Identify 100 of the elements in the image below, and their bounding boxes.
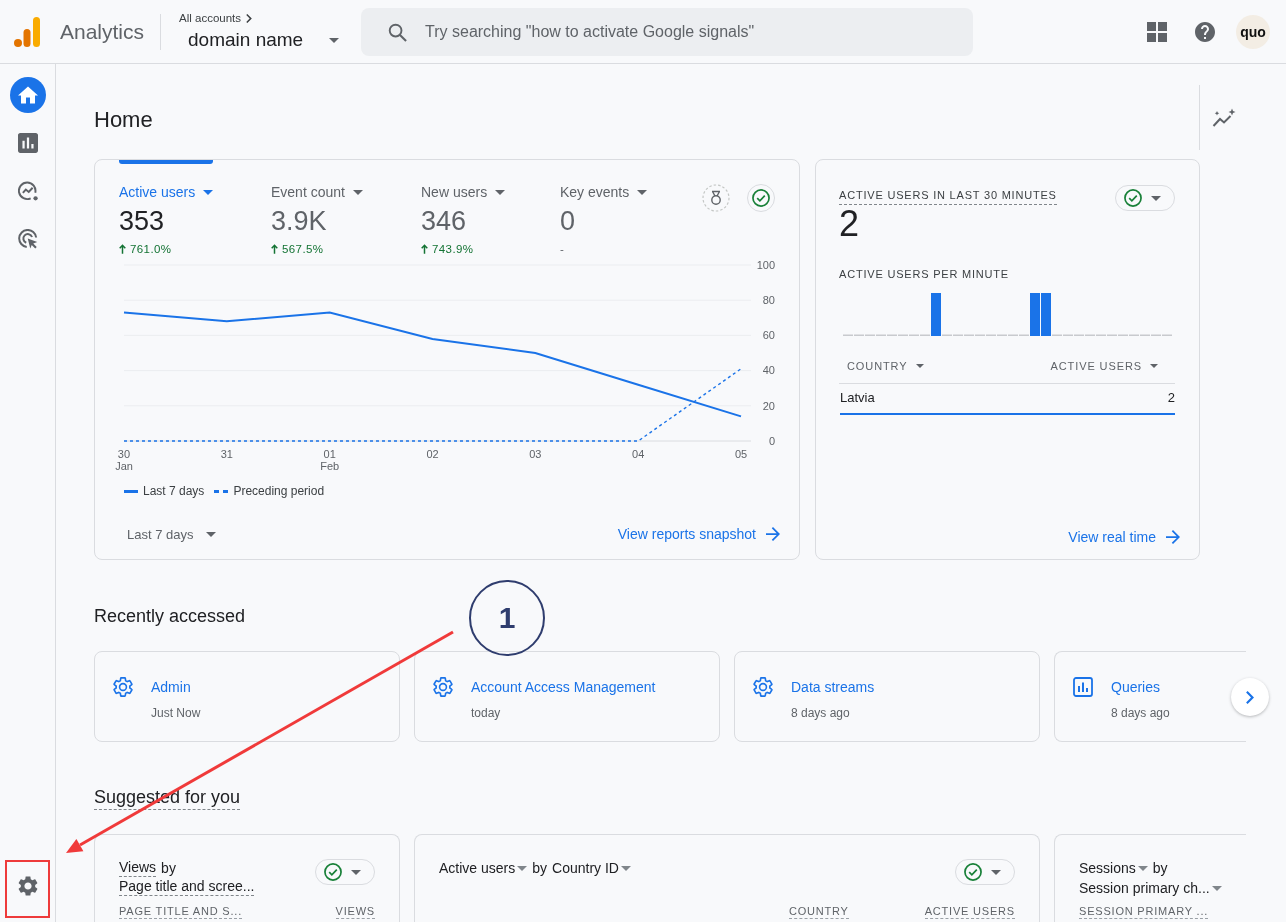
arrow-right-icon — [766, 527, 780, 541]
column-header: VIEWS — [335, 905, 375, 919]
axis-label: 20 — [762, 399, 775, 412]
metric-tab[interactable]: Active users — [119, 182, 214, 202]
sparkle-line-icon[interactable] — [1212, 107, 1236, 128]
recent-item-title: Admin — [151, 678, 192, 697]
chevron-right-icon — [246, 13, 253, 23]
column-header: COUNTRY — [788, 905, 849, 919]
section-title: Recently accessed — [94, 605, 246, 628]
view-realtime-link[interactable]: View real time — [1068, 529, 1180, 545]
bar-chart-icon — [1073, 677, 1093, 697]
recent-item-time: 8 days ago — [791, 705, 851, 721]
search-field[interactable]: Try searching "how to activate Google signals" — [361, 7, 974, 56]
caret-icon — [1211, 885, 1222, 891]
metric-dropdown[interactable]: Sessions — [1079, 858, 1148, 878]
medal-icon[interactable] — [702, 184, 730, 212]
axis-label: 02 — [426, 448, 439, 460]
table-cell: Latvia — [840, 390, 875, 406]
analytics-logo-icon[interactable] — [14, 16, 40, 47]
caret-icon — [203, 189, 214, 195]
dimension-label: Page title and scree... — [119, 878, 255, 896]
axis-label: 05 — [734, 448, 748, 460]
axis-label: 40 — [762, 364, 775, 377]
step-callout: 1 — [469, 580, 545, 656]
arrow-up-icon — [421, 244, 428, 254]
caret-icon — [205, 531, 216, 537]
property-selector[interactable]: domain name — [179, 28, 340, 52]
axis-label: 30 Jan — [115, 448, 133, 472]
axis-label: 04 — [632, 448, 645, 460]
caret-icon — [517, 865, 528, 871]
caret-icon — [1150, 364, 1158, 368]
product-name: Analytics — [60, 19, 145, 44]
recent-item-card[interactable]: Admin Just Now — [94, 651, 400, 742]
recent-item-title: Data streams — [791, 678, 875, 697]
realtime-value: 2 — [839, 204, 861, 244]
column-header[interactable]: COUNTRY — [847, 359, 924, 373]
caret-icon — [637, 189, 648, 195]
metric-tab[interactable]: Key events — [560, 182, 648, 202]
view-reports-link[interactable]: View reports snapshot — [617, 526, 780, 542]
recent-item-title: Account Access Management — [471, 678, 656, 697]
date-range-dropdown[interactable]: Last 7 days — [119, 518, 224, 550]
caret-icon — [1137, 865, 1148, 871]
apps-grid-icon[interactable] — [1147, 21, 1167, 42]
trend-circle-icon — [17, 181, 38, 201]
settings-icon — [17, 876, 38, 896]
arrow-right-icon — [1166, 530, 1180, 544]
caret-icon — [352, 189, 363, 195]
recent-item-title: Queries — [1111, 678, 1162, 697]
account-breadcrumb[interactable]: All accounts — [179, 11, 253, 25]
nav-button[interactable] — [9, 77, 46, 113]
dimension-dropdown[interactable]: Session primary ch... — [1079, 878, 1222, 898]
recent-item-card[interactable]: Data streams 8 days ago — [734, 651, 1040, 742]
recent-item-card[interactable]: Account Access Management today — [414, 651, 720, 742]
caret-icon — [351, 869, 361, 875]
metric-change: 567.5% — [282, 242, 324, 256]
metric-dropdown[interactable]: Active users — [439, 858, 528, 878]
metric-value: 346 — [421, 205, 467, 237]
page-title: Home — [94, 106, 153, 133]
axis-label: 80 — [762, 294, 775, 307]
dimension-dropdown[interactable]: Country ID — [552, 858, 631, 878]
metric-tab[interactable]: Event count — [271, 182, 363, 202]
axis-label: 01 Feb — [320, 448, 340, 472]
legend-label: Preceding period — [233, 483, 325, 499]
column-header[interactable]: ACTIVE USERS — [1050, 359, 1158, 373]
caret-icon — [1151, 195, 1161, 201]
recent-item-card[interactable]: Queries 8 days ago — [1054, 651, 1246, 742]
connector-text: by — [1152, 859, 1168, 878]
column-header: ACTIVE USERS — [924, 905, 1015, 919]
settings-icon — [753, 677, 773, 697]
metric-change: - — [560, 242, 565, 256]
caret-icon — [495, 189, 506, 195]
axis-label: 60 — [762, 329, 775, 342]
account-avatar[interactable]: quo — [1236, 14, 1270, 49]
target-cursor-icon — [17, 229, 38, 249]
search-icon — [388, 22, 408, 42]
axis-label: 31 — [220, 448, 233, 460]
highlight-frame — [5, 860, 50, 918]
metric-change: 761.0% — [130, 242, 172, 256]
settings-icon — [433, 677, 453, 697]
connector-text: by — [161, 859, 176, 878]
metric-tab[interactable]: New users — [421, 182, 506, 202]
caret-icon — [915, 364, 924, 368]
recent-item-time: Just Now — [151, 705, 201, 721]
metric-change: 743.9% — [432, 242, 474, 256]
metric-label: Views — [119, 859, 157, 877]
metric-value: 3.9K — [271, 205, 327, 237]
home-icon — [17, 85, 38, 105]
card-title: ACTIVE USERS IN LAST 30 MINUTES — [839, 188, 1057, 205]
axis-label: 03 — [529, 448, 542, 460]
axis-label: 0 — [768, 434, 775, 447]
caret-icon — [620, 865, 631, 871]
chart-title: ACTIVE USERS PER MINUTE — [839, 267, 1010, 281]
legend-label: Last 7 days — [143, 483, 205, 499]
bar-chart-icon — [17, 133, 38, 153]
arrow-up-icon — [271, 244, 278, 254]
help-icon[interactable] — [1195, 21, 1215, 42]
settings-icon — [113, 677, 133, 697]
table-cell: 2 — [1167, 390, 1175, 406]
axis-label: 100 — [756, 258, 775, 271]
recent-item-time: 8 days ago — [1111, 705, 1170, 721]
